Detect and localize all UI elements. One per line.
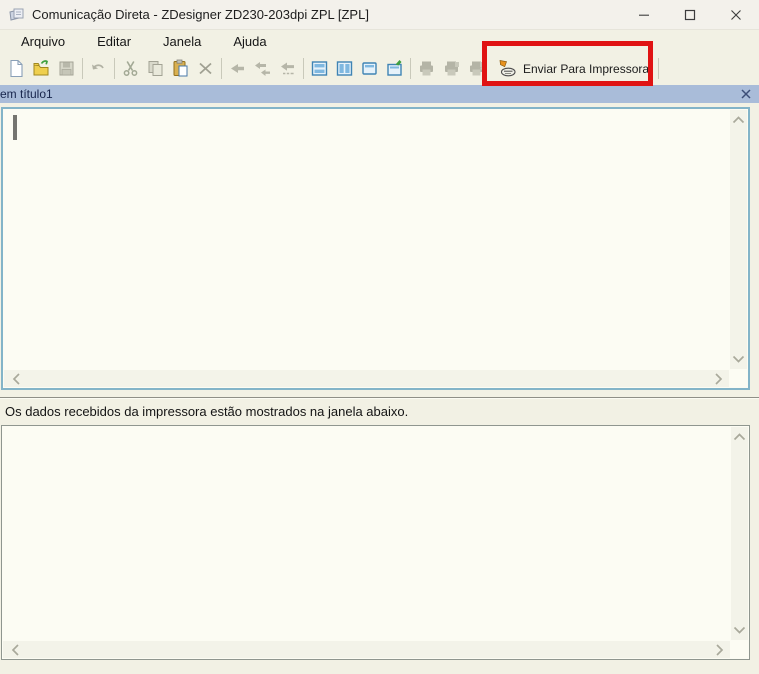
zpl-editor-panel [1, 107, 750, 390]
title-bar: Comunicação Direta - ZDesigner ZD230-203… [0, 0, 759, 30]
toolbar-separator [658, 58, 659, 79]
send-data-split-icon[interactable] [253, 59, 272, 78]
toolbar-separator [221, 58, 222, 79]
close-icon[interactable] [713, 0, 759, 30]
menu-arquivo[interactable]: Arquivo [12, 32, 74, 51]
received-data-output[interactable] [4, 428, 729, 639]
scroll-right-icon[interactable] [715, 373, 723, 386]
received-data-panel [1, 425, 750, 660]
cut-icon[interactable] [121, 59, 140, 78]
maximize-icon[interactable] [667, 0, 713, 30]
toolbar-separator [410, 58, 411, 79]
vertical-scrollbar[interactable] [731, 427, 748, 640]
send-data-labeled-icon[interactable] [278, 59, 297, 78]
window-controls [621, 0, 759, 30]
open-file-icon[interactable] [32, 59, 51, 78]
print-icon[interactable] [417, 59, 436, 78]
scroll-left-icon[interactable] [12, 644, 20, 657]
toolbar-separator [114, 58, 115, 79]
scroll-right-icon[interactable] [716, 644, 724, 657]
copy-icon[interactable] [146, 59, 165, 78]
horizontal-scrollbar[interactable] [3, 641, 730, 658]
document-tab-title[interactable]: em título1 [0, 87, 53, 101]
direct-communication-window: Comunicação Direta - ZDesigner ZD230-203… [0, 0, 759, 674]
tile-vertical-icon[interactable] [335, 59, 354, 78]
toolbar-separator [82, 58, 83, 79]
menu-bar: Arquivo Editar Janela Ajuda [0, 30, 759, 52]
text-caret [13, 115, 17, 140]
new-window-icon[interactable] [385, 59, 404, 78]
send-to-printer-label: Enviar Para Impressora [523, 62, 649, 76]
send-data-icon[interactable] [228, 59, 247, 78]
minimize-icon[interactable] [621, 0, 667, 30]
menu-editar[interactable]: Editar [88, 32, 140, 51]
cascade-windows-icon[interactable] [360, 59, 379, 78]
save-icon[interactable] [57, 59, 76, 78]
document-tab-bar: em título1 [0, 85, 759, 103]
horizontal-scrollbar[interactable] [4, 370, 729, 387]
window-title: Comunicação Direta - ZDesigner ZD230-203… [32, 7, 369, 22]
menu-janela[interactable]: Janela [154, 32, 210, 51]
vertical-scrollbar[interactable] [730, 110, 747, 369]
delete-icon[interactable] [196, 59, 215, 78]
send-to-printer-icon [497, 59, 518, 78]
scroll-down-icon[interactable] [732, 355, 745, 363]
print-all-icon[interactable] [467, 59, 486, 78]
scroll-up-icon[interactable] [733, 433, 746, 441]
scroll-up-icon[interactable] [732, 116, 745, 124]
send-to-printer-button[interactable]: Enviar Para Impressora [491, 55, 655, 82]
menu-ajuda[interactable]: Ajuda [224, 32, 275, 51]
received-data-label: Os dados recebidos da impressora estão m… [0, 399, 759, 425]
toolbar-separator [303, 58, 304, 79]
zpl-editor-input[interactable] [5, 111, 728, 368]
tile-horizontal-icon[interactable] [310, 59, 329, 78]
scroll-down-icon[interactable] [733, 626, 746, 634]
app-icon [8, 6, 25, 23]
close-document-icon[interactable] [740, 88, 752, 100]
scroll-left-icon[interactable] [13, 373, 21, 386]
print-page-icon[interactable] [442, 59, 461, 78]
toolbar: Enviar Para Impressora [0, 52, 759, 85]
undo-icon[interactable] [89, 59, 108, 78]
new-file-icon[interactable] [7, 59, 26, 78]
paste-icon[interactable] [171, 59, 190, 78]
